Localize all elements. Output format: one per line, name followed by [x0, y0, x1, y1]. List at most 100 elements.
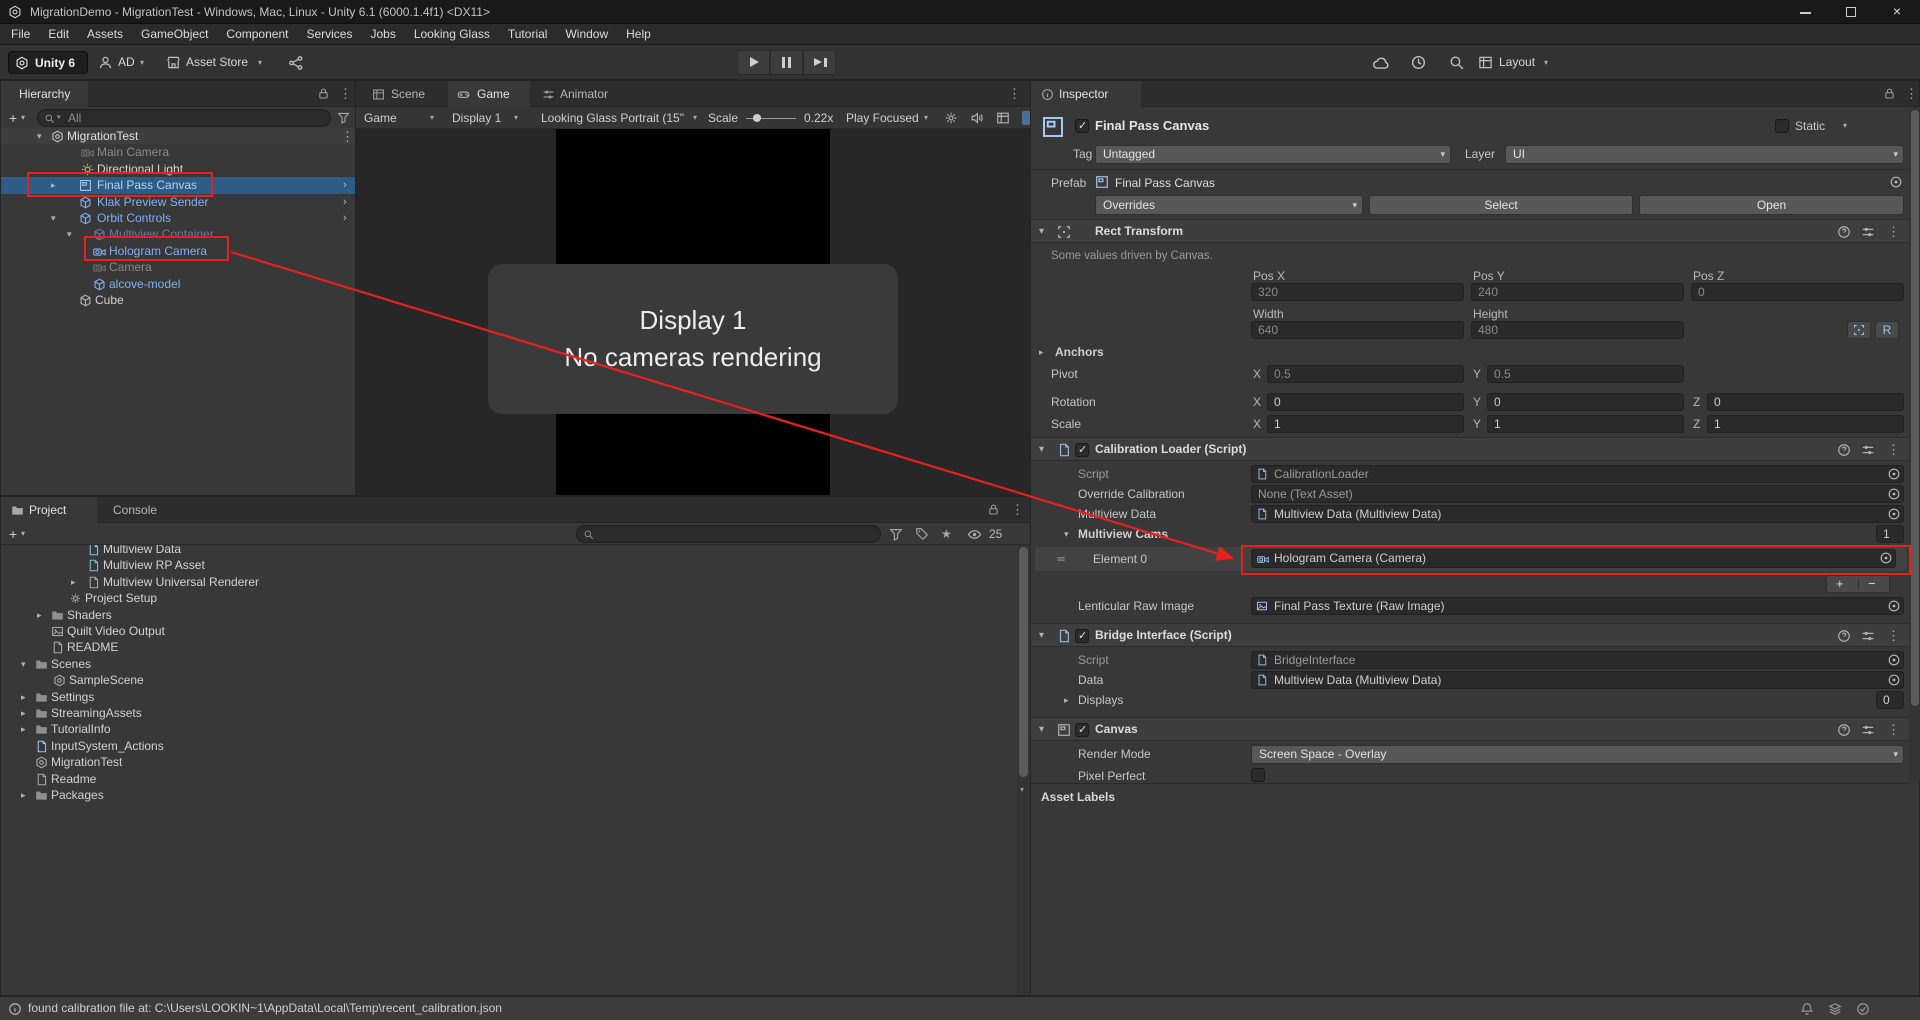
tab-scene[interactable]: Scene: [364, 81, 442, 107]
add-asset-button[interactable]: + ▾: [5, 525, 33, 543]
menu-jobs[interactable]: Jobs: [361, 24, 404, 45]
kebab-menu-icon[interactable]: ⋮: [1887, 442, 1900, 458]
foldout-icon[interactable]: ▸: [1039, 343, 1044, 361]
prefab-select-button[interactable]: Select: [1369, 195, 1633, 215]
data-field[interactable]: Multiview Data (Multiview Data): [1251, 671, 1904, 689]
lock-icon[interactable]: [987, 503, 1000, 516]
object-picker-icon[interactable]: [1889, 175, 1903, 189]
status-message[interactable]: found calibration file at: C:\Users\LOOK…: [28, 997, 502, 1020]
pivot-y-field[interactable]: 0.5: [1487, 365, 1684, 383]
static-dropdown-icon[interactable]: ▾: [1843, 113, 1847, 139]
notifications-bell-icon[interactable]: [1800, 1002, 1814, 1016]
kebab-menu-icon[interactable]: ⋮: [1887, 224, 1900, 240]
project-item-readme-upper[interactable]: README: [1, 639, 1030, 655]
asset-store-dropdown[interactable]: Asset Store ▾: [166, 51, 274, 74]
inspector-scrollbar-thumb[interactable]: [1911, 110, 1919, 706]
hierarchy-item-camera[interactable]: Camera: [1, 259, 355, 275]
kebab-menu-icon[interactable]: ⋮: [1011, 502, 1024, 518]
pause-button[interactable]: [770, 50, 803, 75]
project-item-settings[interactable]: ▸ Settings: [1, 689, 1030, 705]
multiview-cams-size-field[interactable]: 1: [1876, 525, 1904, 543]
foldout-icon[interactable]: ▾: [1039, 624, 1044, 648]
pos-y-field[interactable]: 240: [1471, 283, 1684, 301]
rotation-y-field[interactable]: 0: [1487, 393, 1684, 411]
foldout-icon[interactable]: ▸: [21, 721, 26, 737]
hierarchy-search-input[interactable]: [68, 111, 324, 125]
script-field[interactable]: CalibrationLoader: [1251, 465, 1904, 483]
hidden-packages-eye-icon[interactable]: [967, 527, 982, 542]
help-icon[interactable]: [1837, 225, 1851, 239]
rotation-z-field[interactable]: 0: [1707, 393, 1904, 411]
version-control-icon[interactable]: [288, 55, 304, 71]
foldout-icon[interactable]: ▸: [1064, 691, 1069, 709]
display-dropdown[interactable]: Display 1 ▾: [452, 107, 532, 129]
remove-element-button[interactable]: −: [1868, 576, 1876, 592]
menu-window[interactable]: Window: [556, 24, 617, 45]
project-item-samplescene[interactable]: SampleScene: [1, 672, 1030, 688]
close-button[interactable]: ×: [1874, 0, 1920, 24]
pixel-perfect-checkbox[interactable]: [1251, 768, 1265, 782]
foldout-icon[interactable]: ▾: [21, 656, 26, 672]
enabled-checkbox[interactable]: [1075, 629, 1089, 643]
foldout-icon[interactable]: ▾: [51, 210, 56, 226]
active-checkbox[interactable]: [1075, 119, 1089, 133]
prefab-open-chevron-icon[interactable]: ›: [343, 194, 347, 210]
foldout-icon[interactable]: ▾: [1039, 718, 1044, 742]
play-focused-dropdown[interactable]: Play Focused ▾: [846, 107, 938, 129]
calibration-loader-header[interactable]: ▾ Calibration Loader (Script) ⋮: [1031, 437, 1909, 461]
object-picker-icon[interactable]: [1887, 673, 1901, 687]
scale-x-field[interactable]: 1: [1267, 415, 1464, 433]
bridge-interface-header[interactable]: ▾ Bridge Interface (Script) ⋮: [1031, 623, 1909, 647]
play-button[interactable]: [737, 50, 770, 75]
menu-assets[interactable]: Assets: [78, 24, 132, 45]
foldout-icon[interactable]: ▸: [21, 705, 26, 721]
displays-label[interactable]: Displays: [1078, 691, 1123, 709]
hierarchy-item-final-pass-canvas[interactable]: ▸ Final Pass Canvas ›: [1, 177, 355, 193]
kebab-menu-icon[interactable]: ⋮: [341, 129, 354, 145]
slider-knob[interactable]: [753, 114, 761, 122]
hierarchy-item-cube[interactable]: Cube: [1, 292, 355, 308]
layers-icon[interactable]: [1828, 1002, 1842, 1016]
add-element-button[interactable]: +: [1836, 576, 1844, 592]
project-item-multiview-universal-renderer[interactable]: ▸ Multiview Universal Renderer: [1, 574, 1030, 590]
menu-looking-glass[interactable]: Looking Glass: [405, 24, 499, 45]
tab-game[interactable]: Game: [448, 81, 530, 107]
search-icon[interactable]: [1448, 54, 1465, 71]
lock-icon[interactable]: [1883, 87, 1896, 100]
kebab-menu-icon[interactable]: ⋮: [1008, 86, 1021, 102]
project-scrollbar-thumb[interactable]: [1019, 547, 1028, 777]
anchors-label[interactable]: Anchors: [1055, 343, 1104, 361]
object-picker-icon[interactable]: [1887, 653, 1901, 667]
help-icon[interactable]: [1837, 723, 1851, 737]
object-picker-icon[interactable]: [1879, 551, 1893, 565]
script-field[interactable]: BridgeInterface: [1251, 651, 1904, 669]
scale-slider[interactable]: [746, 107, 796, 129]
pos-x-field[interactable]: 320: [1251, 283, 1464, 301]
tag-dropdown[interactable]: Untagged▾: [1095, 145, 1451, 164]
scale-y-field[interactable]: 1: [1487, 415, 1684, 433]
menu-help[interactable]: Help: [617, 24, 660, 45]
help-icon[interactable]: [1837, 443, 1851, 457]
project-item-inputsystem-actions[interactable]: InputSystem_Actions: [1, 738, 1030, 754]
displays-size-field[interactable]: 0: [1876, 691, 1904, 709]
menu-tutorial[interactable]: Tutorial: [499, 24, 557, 45]
maximize-button[interactable]: [1828, 0, 1874, 24]
project-item-packages[interactable]: ▸ Packages: [1, 787, 1030, 803]
foldout-icon[interactable]: ▾: [37, 128, 42, 144]
project-item-quilt-video-output[interactable]: Quilt Video Output: [1, 623, 1030, 639]
tab-animator[interactable]: Animator: [536, 81, 622, 107]
cloud-icon[interactable]: [1372, 54, 1390, 72]
project-item-tutorialinfo[interactable]: ▸ TutorialInfo: [1, 721, 1030, 737]
add-object-button[interactable]: + ▾: [5, 109, 33, 127]
blueprint-mode-button[interactable]: [1847, 321, 1871, 339]
render-mode-dropdown[interactable]: Screen Space - Overlay▾: [1251, 745, 1904, 764]
inspector-scrollbar[interactable]: [1909, 108, 1920, 782]
menu-gameobject[interactable]: GameObject: [132, 24, 217, 45]
prefab-open-button[interactable]: Open: [1639, 195, 1904, 215]
kebab-menu-icon[interactable]: ⋮: [1905, 86, 1918, 102]
object-picker-icon[interactable]: [1887, 599, 1901, 613]
kebab-menu-icon[interactable]: ⋮: [1887, 628, 1900, 644]
kebab-menu-icon[interactable]: ⋮: [339, 86, 352, 102]
presets-icon[interactable]: [1861, 629, 1875, 643]
lenticular-raw-image-field[interactable]: Final Pass Texture (Raw Image): [1251, 597, 1904, 615]
